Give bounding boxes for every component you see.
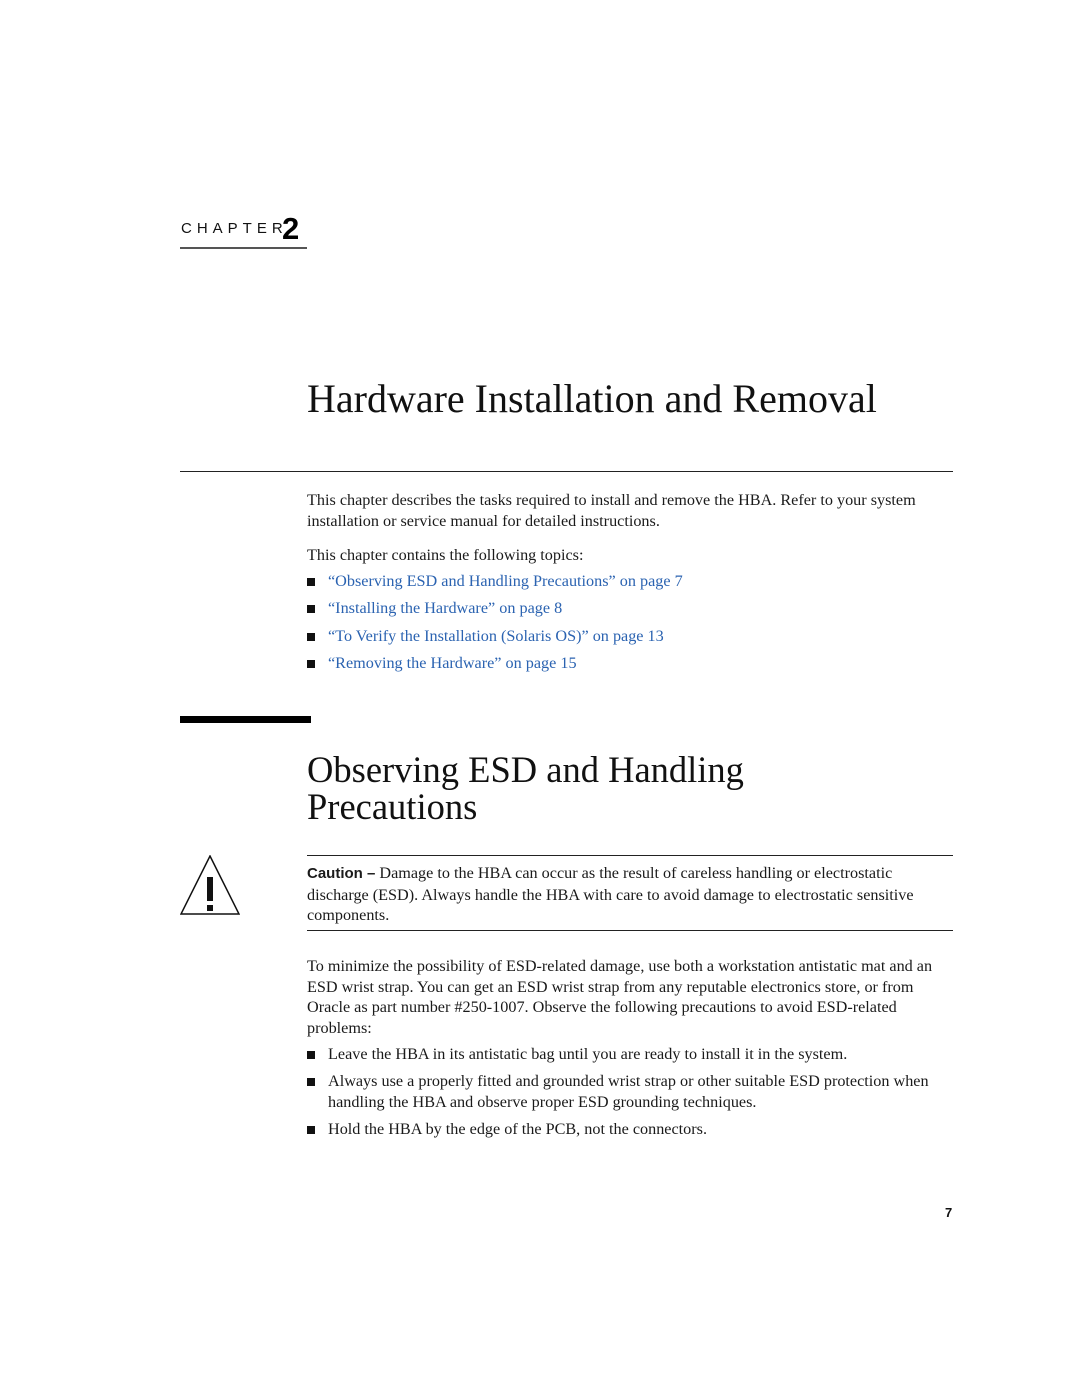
chapter-label: CHAPTER (181, 220, 288, 237)
page-title: Hardware Installation and Removal (307, 376, 877, 421)
bullet-icon (307, 605, 315, 614)
chapter-number: 2 (282, 211, 300, 246)
topic-link-observing-esd[interactable]: “Observing ESD and Handling Precautions”… (328, 571, 683, 591)
bullet-icon (307, 1078, 315, 1086)
caution-label: Caution – (307, 865, 376, 882)
warning-triangle-icon (179, 854, 241, 915)
esd-paragraph: To minimize the possibility of ESD-relat… (307, 957, 933, 1037)
topic-link-verify-installation[interactable]: “To Verify the Installation (Solaris OS)… (328, 626, 664, 646)
topic-link-installing-hardware[interactable]: “Installing the Hardware” on page 8 (328, 598, 562, 618)
precaution-item: Leave the HBA in its antistatic bag unti… (307, 1044, 957, 1065)
topics-lead: This chapter contains the following topi… (307, 546, 584, 564)
topic-link-removing-hardware[interactable]: “Removing the Hardware” on page 15 (328, 653, 577, 673)
bullet-icon (307, 578, 315, 586)
topic-item: “Observing ESD and Handling Precautions”… (307, 571, 683, 598)
caution-note: Caution – Damage to the HBA can occur as… (307, 863, 957, 926)
bullet-icon (307, 1125, 315, 1134)
caution-bottom-rule (307, 930, 953, 931)
topic-item: “To Verify the Installation (Solaris OS)… (307, 626, 683, 653)
title-divider (180, 471, 953, 472)
precaution-item: Always use a properly fitted and grounde… (307, 1071, 957, 1112)
chapter-rule (180, 247, 307, 249)
precaution-item: Hold the HBA by the edge of the PCB, not… (307, 1119, 957, 1140)
topic-item: “Installing the Hardware” on page 8 (307, 598, 683, 625)
caution-text: Damage to the HBA can occur as the resul… (307, 864, 914, 924)
precaution-text: Leave the HBA in its antistatic bag unti… (328, 1045, 848, 1063)
precautions-list: Leave the HBA in its antistatic bag unti… (307, 1044, 957, 1146)
bullet-icon (307, 1051, 315, 1059)
caution-top-rule (307, 855, 953, 856)
bullet-icon (307, 660, 315, 669)
precaution-text: Always use a properly fitted and grounde… (328, 1072, 929, 1111)
page-number: 7 (945, 1205, 953, 1220)
intro-paragraph: This chapter describes the tasks require… (307, 491, 916, 530)
topics-list: “Observing ESD and Handling Precautions”… (307, 571, 683, 681)
bullet-icon (307, 632, 315, 641)
section-marker-bar (180, 716, 311, 723)
section-title: Observing ESD and Handling Precautions (307, 749, 744, 827)
topic-item: “Removing the Hardware” on page 15 (307, 653, 683, 680)
precaution-text: Hold the HBA by the edge of the PCB, not… (328, 1119, 707, 1138)
